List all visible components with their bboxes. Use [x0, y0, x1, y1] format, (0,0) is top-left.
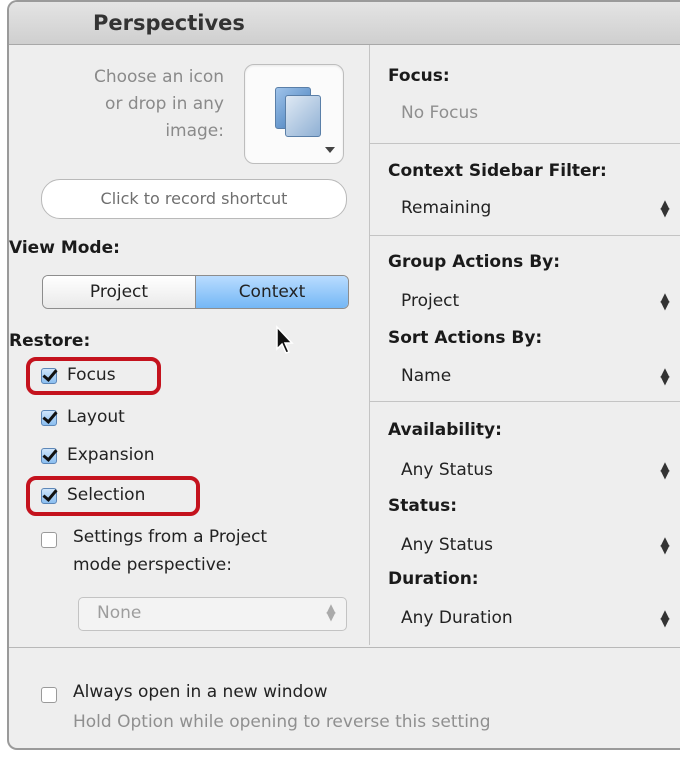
icon-prompt-line: or drop in any	[105, 94, 224, 114]
settings-from-project-checkbox[interactable]	[41, 532, 57, 548]
expansion-checkbox-label[interactable]: Expansion	[67, 445, 155, 465]
segment-context[interactable]: Context	[196, 276, 348, 308]
availability-label: Availability:	[388, 420, 502, 440]
chevron-down-icon[interactable]	[325, 147, 335, 153]
icon-prompt-line: image:	[165, 121, 224, 141]
duration-stepper-icon[interactable]: ▲ ▼	[660, 608, 670, 628]
sort-by-popup[interactable]: Name	[401, 366, 451, 386]
app-window: Perspectives Choose an icon or drop in a…	[0, 0, 680, 762]
context-filter-stepper-icon[interactable]: ▲ ▼	[660, 198, 670, 218]
panel-header: Perspectives	[9, 2, 680, 45]
restore-label: Restore:	[9, 331, 91, 351]
project-perspective-popup[interactable]: None ▲ ▼	[78, 597, 347, 631]
sort-by-stepper-icon[interactable]: ▲ ▼	[660, 366, 670, 386]
shortcut-recorder[interactable]: Click to record shortcut	[41, 179, 347, 219]
sort-by-label: Sort Actions By:	[388, 328, 543, 348]
expansion-checkbox[interactable]	[41, 448, 57, 464]
focus-value: No Focus	[401, 103, 479, 123]
section-divider	[370, 235, 680, 236]
layout-checkbox-label[interactable]: Layout	[67, 407, 125, 427]
view-mode-label: View Mode:	[9, 238, 120, 258]
column-divider	[369, 45, 370, 645]
perspectives-panel: Perspectives Choose an icon or drop in a…	[7, 0, 680, 750]
settings-from-project-label[interactable]: Settings from a Project	[73, 527, 267, 547]
mouse-pointer-icon	[276, 325, 294, 354]
focus-label: Focus:	[388, 66, 450, 86]
status-stepper-icon[interactable]: ▲ ▼	[660, 535, 670, 555]
popup-value: None	[97, 603, 142, 623]
context-filter-popup[interactable]: Remaining	[401, 198, 491, 218]
selection-checkbox-label[interactable]: Selection	[67, 485, 145, 505]
segment-project[interactable]: Project	[43, 276, 196, 308]
layout-checkbox[interactable]	[41, 410, 57, 426]
new-window-hint: Hold Option while opening to reverse thi…	[73, 712, 491, 732]
duration-popup[interactable]: Any Duration	[401, 608, 513, 628]
panel-title: Perspectives	[93, 11, 245, 35]
selection-checkbox[interactable]	[41, 488, 57, 504]
icon-prompt: Choose an icon or drop in any image:	[59, 64, 224, 145]
settings-from-project-label-cont[interactable]: mode perspective:	[73, 555, 232, 575]
view-mode-segmented-control[interactable]: Project Context	[42, 275, 349, 309]
group-by-stepper-icon[interactable]: ▲ ▼	[660, 291, 670, 311]
footer-divider	[9, 647, 680, 648]
focus-checkbox[interactable]	[41, 368, 57, 384]
group-by-popup[interactable]: Project	[401, 291, 459, 311]
duration-label: Duration:	[388, 569, 479, 589]
section-divider	[370, 143, 680, 144]
focus-checkbox-label[interactable]: Focus	[67, 365, 116, 385]
new-window-label[interactable]: Always open in a new window	[73, 682, 328, 702]
perspective-window-icon-front	[285, 95, 321, 137]
group-by-label: Group Actions By:	[388, 252, 561, 272]
context-filter-label: Context Sidebar Filter:	[388, 161, 607, 181]
new-window-checkbox[interactable]	[41, 687, 57, 703]
section-divider	[370, 401, 680, 402]
availability-popup[interactable]: Any Status	[401, 460, 493, 480]
availability-stepper-icon[interactable]: ▲ ▼	[660, 460, 670, 480]
icon-well[interactable]	[244, 64, 344, 164]
status-label: Status:	[388, 496, 457, 516]
status-popup[interactable]: Any Status	[401, 535, 493, 555]
popup-stepper-icon: ▲ ▼	[326, 601, 336, 623]
icon-prompt-line: Choose an icon	[93, 67, 224, 87]
